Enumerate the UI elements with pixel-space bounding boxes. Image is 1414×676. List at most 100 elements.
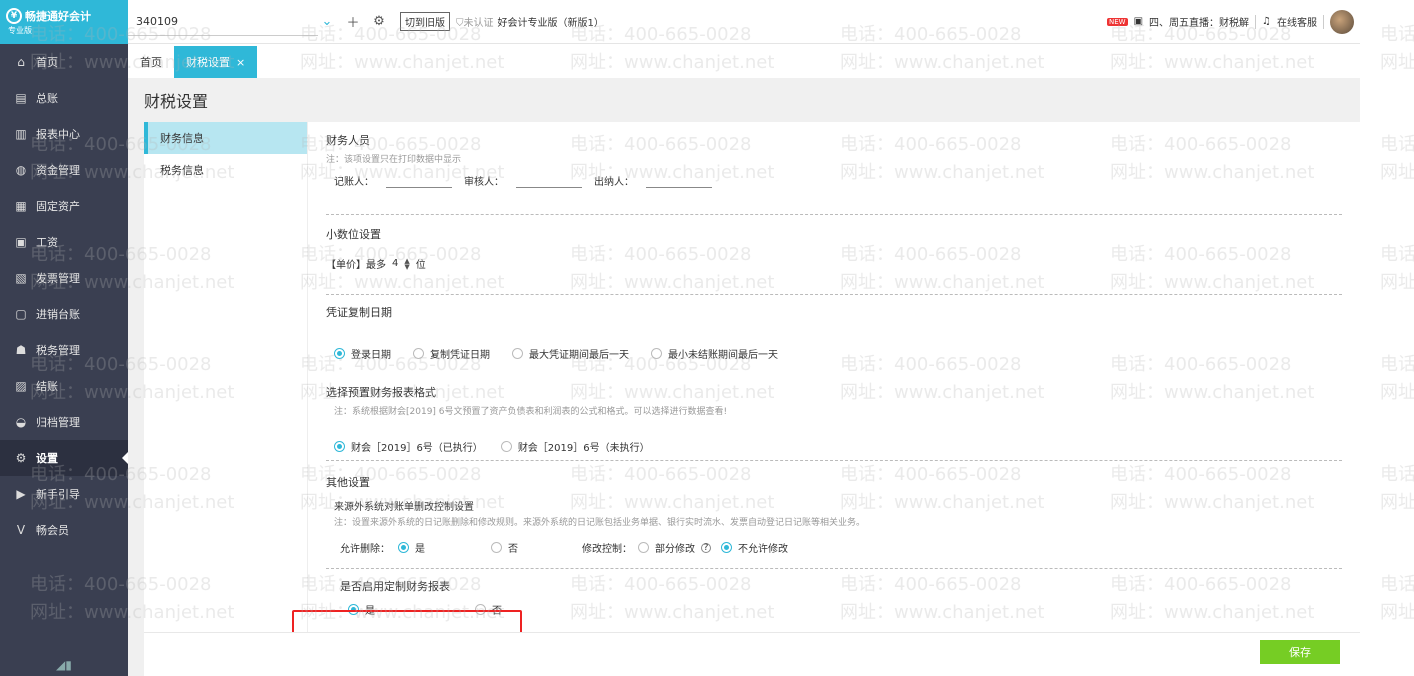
sidebar-item[interactable]: ▧ 发票管理 [0,260,128,296]
section-note: 注：系统根据财会[2019] 6号文预置了资产负债表和利润表的公式和格式。可以选… [334,407,728,417]
radio-option[interactable]: 登录日期 [334,346,391,361]
app-window: ¥ 畅捷通好会计 专业版 ⌂ 首页 ▤ 总账 ▥ 报表中心 ◍ 资金管理 ▦ 固定资产 ▣ 工资 ▧ 发票… [0,0,1414,676]
section-note: 注：该项设置只在打印数据中显示 [326,155,462,165]
section-title: 其他设置 [326,476,370,489]
new-badge: NEW [1106,17,1128,26]
account-selector[interactable]: 340109 [128,8,318,36]
online-service-link[interactable]: 在线客服 [1277,14,1317,29]
report-format-options: 财会［2019］6号（已执行） 财会［2019］6号（未执行） [326,439,1342,454]
allow-delete-no-radio[interactable]: 否 [491,540,518,555]
settings-panel: 财务信息 税务信息 财务人员 注：该项设置只在打印数据中显示 记账人： 审核人：… [144,122,1360,676]
sidebar-item-label: 设置 [36,452,58,465]
sidebar-item-label: 畅会员 [36,524,69,537]
radio-option[interactable]: 复制凭证日期 [413,346,490,361]
sidebar-item-label: 进销台账 [36,308,80,321]
sidebar-item-label: 报表中心 [36,128,80,141]
avatar[interactable] [1330,9,1354,34]
close-icon[interactable]: × [236,56,245,69]
radio-circle [651,348,662,359]
sidebar-item[interactable]: ◍ 资金管理 [0,152,128,188]
watermark-phone: 电话：400-665-0028 [1380,134,1414,155]
sidebar-collapse-icon[interactable]: ◢▮ [56,658,72,672]
radio-option[interactable]: 财会［2019］6号（已执行） [334,439,483,454]
decimal-row: 【单价】最多 4 ▲ ▼ 位 [326,256,1342,271]
sidebar-item[interactable]: ▨ 结账 [0,368,128,404]
section-divider [326,568,1342,569]
stepper-down-icon[interactable]: ▼ [404,263,409,270]
help-icon[interactable]: ? [701,542,711,553]
watermark-site: 网址：www.chanjet.net [1380,162,1414,183]
section-divider [326,460,1342,461]
headset-icon: ♫ [1262,16,1271,27]
brand[interactable]: ¥ 畅捷通好会计 专业版 [0,0,128,44]
sidebar-item[interactable]: ⚙ 设置 [0,440,128,476]
cashier-field[interactable] [646,174,712,188]
tab-home[interactable]: 首页 [128,46,174,78]
gear-icon[interactable]: ⚙ [370,14,388,29]
decimal-suffix: 位 [415,260,426,271]
modify-control-label: 修改控制： [582,544,632,555]
account-number: 340109 [136,14,178,28]
sidebar-item[interactable]: ▥ 报表中心 [0,116,128,152]
radio-circle [500,441,512,452]
live-icon: ▣ [1133,16,1144,27]
watermark-site: 网址：www.chanjet.net [1380,272,1414,293]
sidebar-item[interactable]: ▢ 进销台账 [0,296,128,332]
watermark-phone: 电话：400-665-0028 [1380,354,1414,375]
sidebar-item[interactable]: ▦ 固定资产 [0,188,128,224]
closing-icon: ▨ [15,379,27,393]
radio-option[interactable]: 财会［2019］6号（未执行） [500,439,650,454]
sidebar-item[interactable]: ☗ 税务管理 [0,332,128,368]
staff-fields: 记账人： 审核人： 出纳人： [326,173,1342,188]
allow-delete-yes-radio[interactable]: 是 [398,540,425,555]
section-decimal: 小数位设置 【单价】最多 4 ▲ ▼ 位 [326,226,1342,271]
tab-bar: 首页 财税设置 × [128,44,1360,78]
sidebar-item[interactable]: ▶ 新手引导 [0,476,128,512]
subnav-finance-info[interactable]: 财务信息 [144,122,307,154]
brand-name: 畅捷通好会计 [25,10,91,23]
radio-option[interactable]: 最大凭证期间最后一天 [512,346,629,361]
tax-icon: ☗ [15,343,27,357]
divider [1323,14,1324,29]
modify-none-radio[interactable]: 不允许修改 [721,540,788,555]
subnav-tax-info[interactable]: 税务信息 [144,154,307,186]
inventory-icon: ▢ [15,307,27,321]
main-content: 财税设置 财务信息 税务信息 财务人员 注：该项设置只在打印数据中显示 记账人：… [128,78,1360,676]
section-title: 是否启用定制财务报表 [340,580,450,593]
sidebar-item[interactable]: ⌂ 首页 [0,44,128,80]
uncertified-label[interactable]: ⛉未认证 [456,14,494,29]
edition-label: 好会计专业版（新版1） [497,18,604,29]
section-report-format: 选择预置财务报表格式 注：系统根据财会[2019] 6号文预置了资产负债表和利润… [326,384,1342,454]
live-link[interactable]: 四、周五直播：财税解 [1149,14,1249,29]
section-other: 其他设置 来源外系统对账单删改控制设置 注：设置来源外系统的日记账删除和修改规则… [326,474,1342,555]
reviewer-field[interactable] [516,174,582,188]
divider [1255,14,1257,29]
bookkeeper-label: 记账人： [334,177,374,188]
radio-circle [413,348,424,359]
modify-partial-radio[interactable]: 部分修改? [638,540,711,555]
sidebar-item[interactable]: ▣ 工资 [0,224,128,260]
tab-tax-settings[interactable]: 财税设置 × [174,46,258,78]
bookkeeper-field[interactable] [386,174,452,188]
radio-option[interactable]: 最小未结账期间最后一天 [651,346,778,361]
switch-old-version-button[interactable]: 切到旧版 [400,12,450,31]
watermark-phone: 电话：400-665-0028 [1380,244,1414,265]
sidebar-item-label: 结账 [36,380,58,393]
sidebar-item[interactable]: ▤ 总账 [0,80,128,116]
decimal-value[interactable]: 4 [392,258,398,269]
money-icon: ◍ [15,163,27,177]
sidebar-item-label: 发票管理 [36,272,80,285]
decimal-prefix: 【单价】最多 [326,260,386,271]
decimal-stepper[interactable]: ▲ ▼ [404,257,409,270]
sidebar-item[interactable]: V 畅会员 [0,512,128,548]
brand-logo-icon: ¥ [6,8,22,24]
radio-circle [334,441,345,452]
section-divider [326,294,1342,295]
sidebar-item[interactable]: ◒ 归档管理 [0,404,128,440]
settings-form: 财务人员 注：该项设置只在打印数据中显示 记账人： 审核人： 出纳人： 小数位设… [326,122,1342,632]
sidebar-nav: ⌂ 首页 ▤ 总账 ▥ 报表中心 ◍ 资金管理 ▦ 固定资产 ▣ 工资 ▧ 发票管理 ▢ 进销台账 ☗ 税务管理 ▨… [0,44,128,548]
add-icon[interactable]: ＋ [344,12,362,31]
sidebar-item-label: 首页 [36,56,58,69]
chevron-down-icon[interactable]: ⌄ [318,14,336,29]
save-button[interactable]: 保存 [1260,640,1340,664]
